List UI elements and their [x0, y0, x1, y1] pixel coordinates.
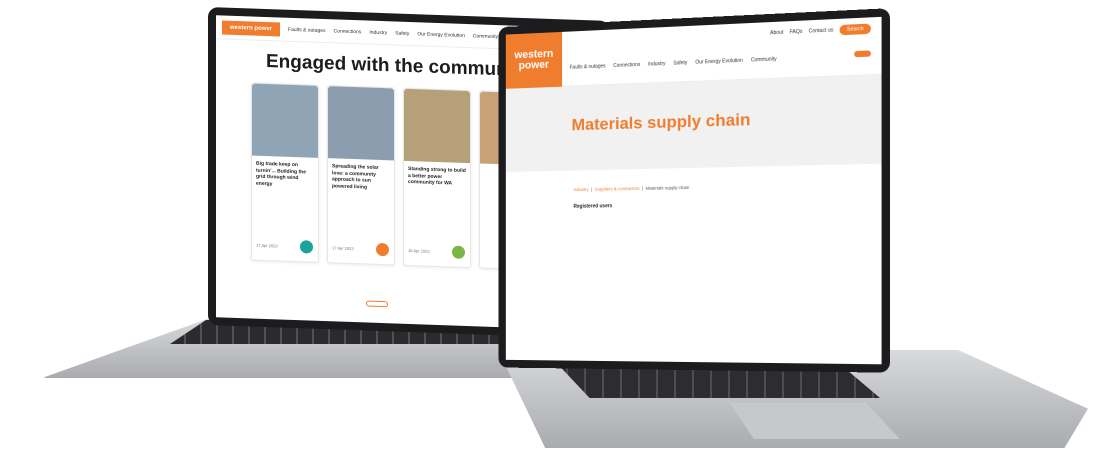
right-laptop-bezel: western power About FAQs Contact us Sear… — [498, 8, 891, 373]
western-power-logo[interactable]: western power — [505, 31, 563, 89]
main-nav: Faults & outages Connections Industry Sa… — [570, 56, 777, 70]
card-arrow-button[interactable] — [300, 240, 313, 254]
nav-item-connections[interactable]: Connections — [334, 28, 362, 35]
story-card[interactable]: Spreading the solar love: a community ap… — [327, 85, 395, 266]
nav-item-industry[interactable]: Industry — [369, 29, 387, 36]
card-date: 18 Apr 2023 — [408, 247, 430, 254]
nav-item-connections[interactable]: Connections — [613, 62, 640, 69]
nav-item-faults[interactable]: Faults & outages — [288, 26, 326, 33]
nav-item-community[interactable]: Community — [751, 56, 777, 63]
load-more-button[interactable] — [366, 300, 388, 308]
nav-item-energy-evolution[interactable]: Our Energy Evolution — [417, 31, 465, 39]
nav-item-energy-evolution[interactable]: Our Energy Evolution — [695, 58, 743, 66]
card-arrow-button[interactable] — [376, 242, 389, 257]
nav-item-safety[interactable]: Safety — [395, 30, 409, 36]
nav-item-safety[interactable]: Safety — [673, 60, 687, 67]
registered-users-heading: Registered users — [573, 203, 613, 210]
nav-item-industry[interactable]: Industry — [648, 61, 665, 68]
right-laptop-screen: western power About FAQs Contact us Sear… — [505, 16, 882, 365]
nav-item-faults[interactable]: Faults & outages — [570, 63, 606, 70]
card-image — [404, 88, 470, 164]
document-link[interactable] — [573, 210, 881, 214]
western-power-logo[interactable]: western power — [222, 19, 281, 36]
card-image — [252, 83, 318, 158]
breadcrumb: Industry | Suppliers & contractors | Mat… — [573, 184, 690, 193]
card-title: Standing strong to build a better power … — [408, 165, 466, 187]
story-card[interactable]: Standing strong to build a better power … — [403, 87, 471, 269]
page-hero: Materials supply chain — [505, 74, 882, 173]
page-title: Materials supply chain — [571, 109, 751, 135]
card-date: 17 Apr 2023 — [332, 245, 354, 252]
breadcrumb-current: Materials supply chain — [645, 184, 690, 191]
card-arrow-button[interactable] — [452, 245, 465, 259]
card-title: Spreading the solar love: a community ap… — [332, 163, 379, 191]
card-image — [328, 86, 394, 161]
story-card[interactable]: Big trade keep on turnin’... Building th… — [251, 82, 319, 263]
breadcrumb-industry[interactable]: Industry — [573, 187, 588, 192]
about-link[interactable]: About — [770, 30, 783, 37]
breadcrumb-suppliers[interactable]: Suppliers & contractors — [595, 186, 640, 192]
card-date: 17 Apr 2023 — [256, 242, 278, 249]
search-button[interactable]: Search — [839, 23, 871, 36]
card-title: Big trade keep on turnin’... Building th… — [256, 160, 306, 187]
utility-links: About FAQs Contact us Search — [770, 23, 871, 39]
header-cta-button[interactable] — [854, 50, 871, 58]
contact-link[interactable]: Contact us — [809, 27, 834, 34]
document-link[interactable] — [573, 210, 881, 214]
right-laptop: western power About FAQs Contact us Sear… — [480, 8, 1102, 448]
page-body: Industry | Suppliers & contractors | Mat… — [506, 164, 882, 212]
faqs-link[interactable]: FAQs — [790, 29, 803, 36]
